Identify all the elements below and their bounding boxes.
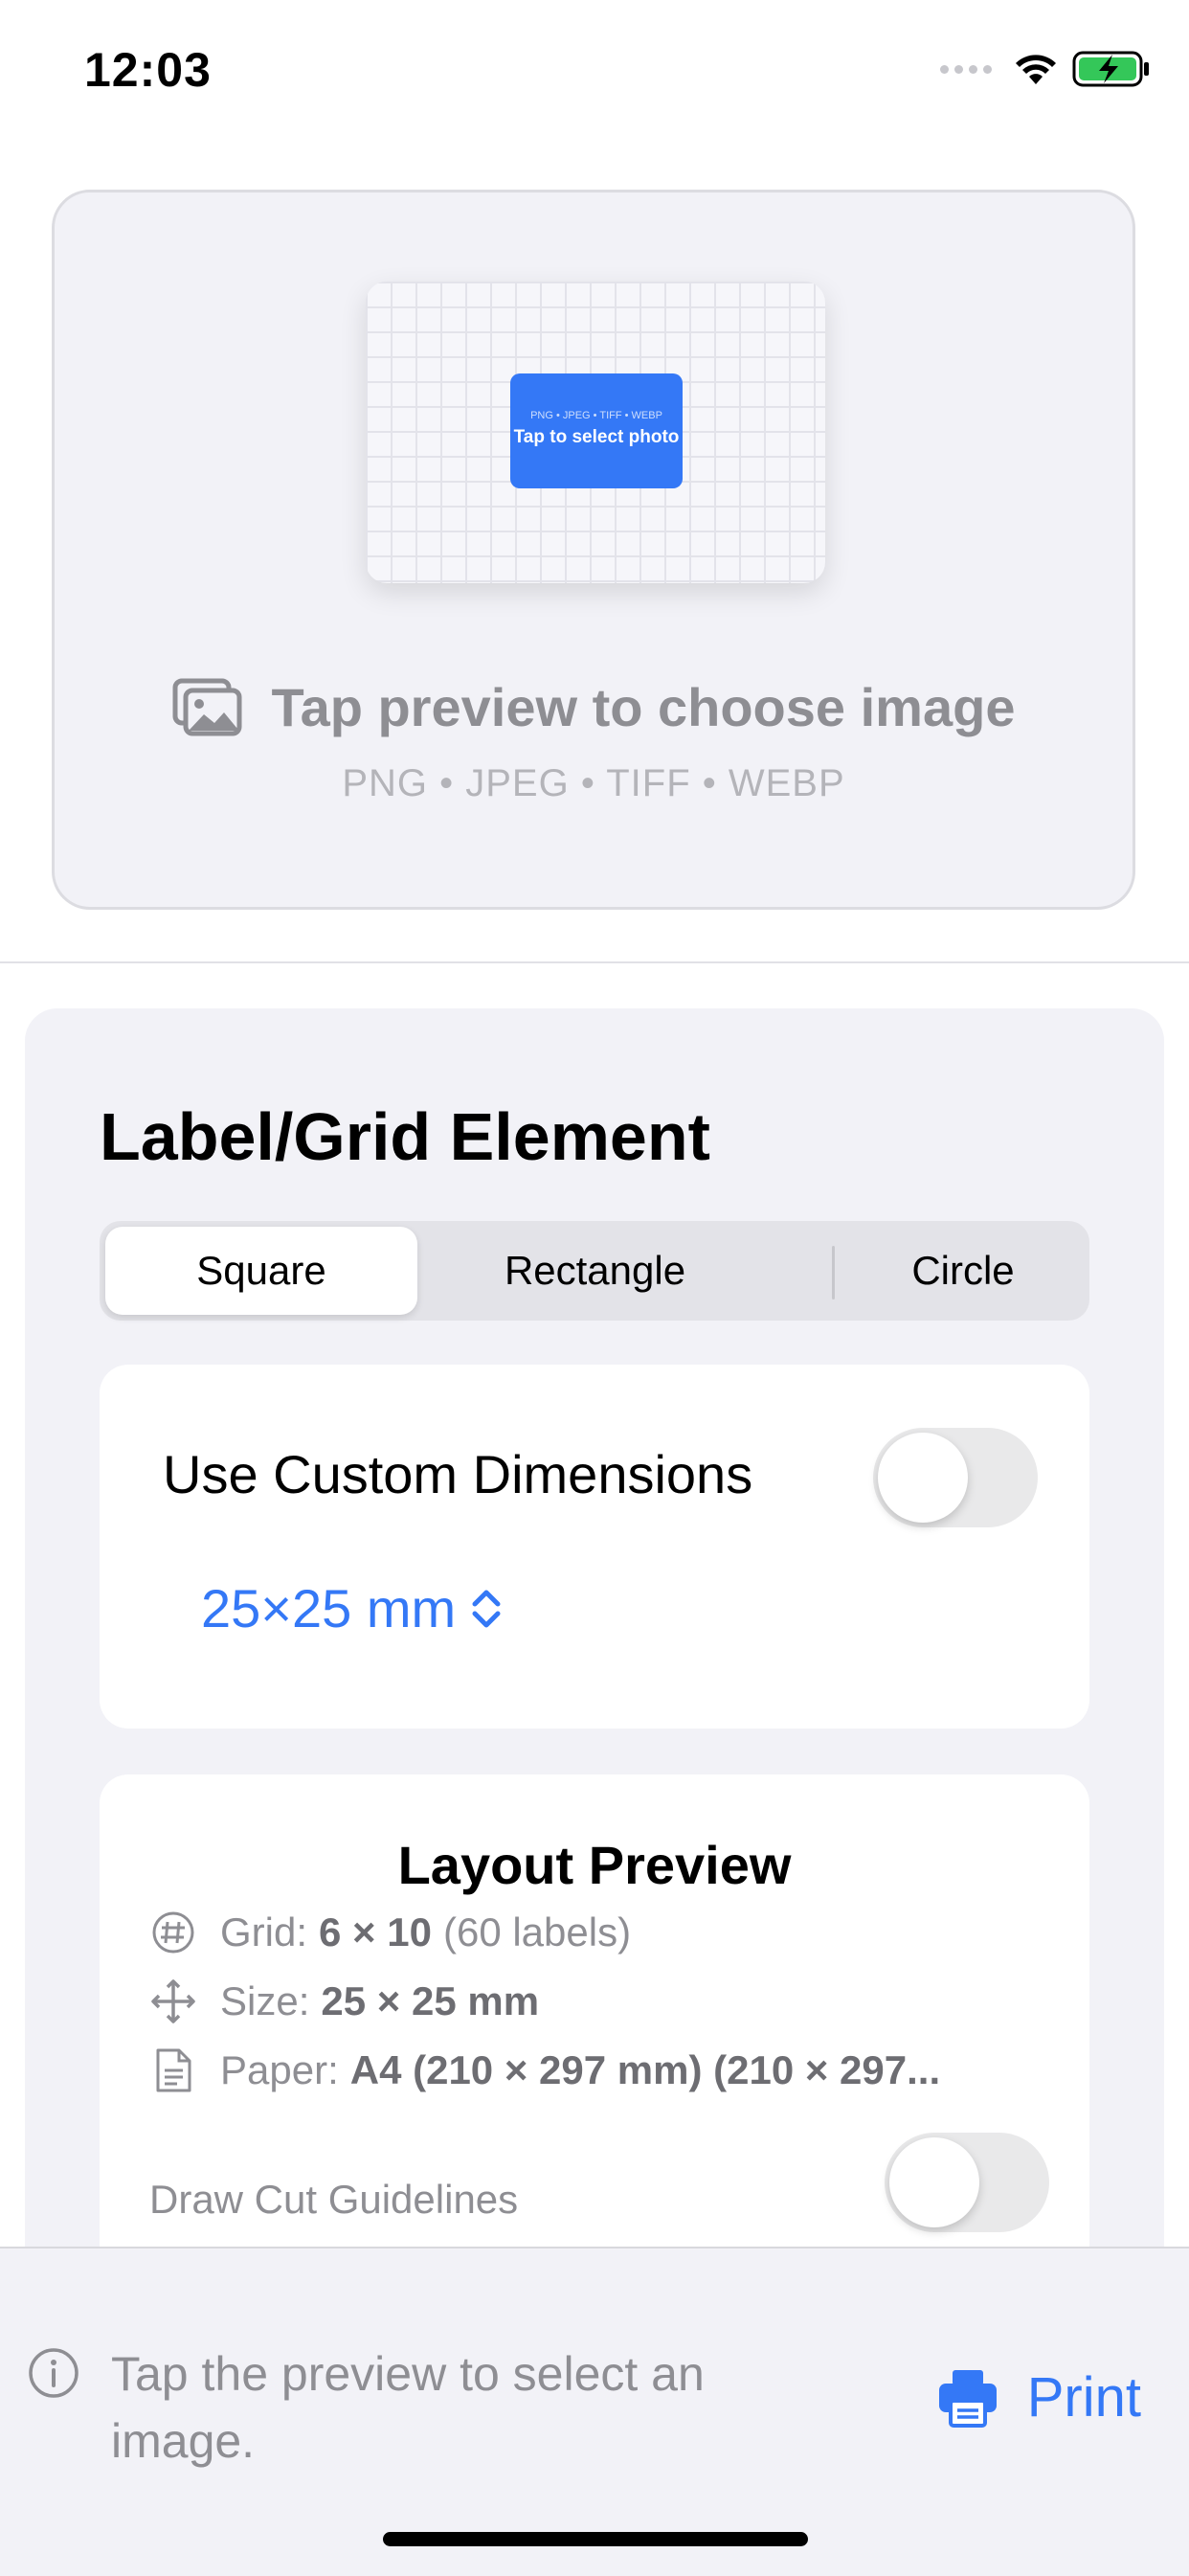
photos-icon: [172, 678, 242, 735]
section-divider: [0, 961, 1189, 963]
toggle-knob: [889, 2137, 979, 2227]
print-button[interactable]: Print: [937, 2365, 1141, 2429]
chevron-up-down-icon: [472, 1590, 501, 1627]
document-icon: [149, 2046, 197, 2094]
toggle-knob: [878, 1433, 968, 1523]
cut-guidelines-label: Draw Cut Guidelines: [149, 2177, 519, 2222]
dimension-picker[interactable]: 25×25 mm: [201, 1577, 505, 1639]
dimensions-card: Use Custom Dimensions 25×25 mm: [100, 1365, 1089, 1729]
upload-hint-text: Tap preview to choose image: [271, 677, 1016, 737]
info-icon: [29, 2348, 79, 2398]
home-indicator: [383, 2532, 808, 2546]
grid-extra: (60 labels): [442, 1909, 632, 1955]
size-label: Size:: [220, 1978, 310, 2023]
paper-value: A4 (210 × 297 mm) (210 × 297...: [349, 2047, 941, 2092]
select-photo-button[interactable]: PNG • JPEG • TIFF • WEBP Tap to select p…: [510, 373, 683, 488]
dimension-value: 25×25 mm: [201, 1578, 457, 1638]
grid-info-row: Grid: 6 × 10 (60 labels): [149, 1909, 631, 1956]
printer-icon: [938, 2369, 997, 2428]
move-arrows-icon: [149, 1977, 197, 2025]
segment-circle[interactable]: Circle: [837, 1221, 1089, 1321]
battery-charging-icon: [1072, 51, 1149, 87]
cut-guidelines-toggle[interactable]: [885, 2133, 1049, 2232]
shape-segmented-control[interactable]: Square Rectangle Circle: [100, 1221, 1089, 1321]
thumbnail-formats: PNG • JPEG • TIFF • WEBP: [530, 410, 662, 421]
panel-title: Label/Grid Element: [100, 1099, 710, 1174]
custom-dimensions-toggle[interactable]: [873, 1428, 1038, 1527]
print-label: Print: [1026, 2366, 1141, 2429]
thumbnail-button-label: Tap to select photo: [513, 427, 680, 447]
layout-preview-title: Layout Preview: [397, 1835, 792, 1895]
image-picker-area[interactable]: PNG • JPEG • TIFF • WEBP Tap to select p…: [52, 190, 1135, 910]
upload-hint: Tap preview to choose image: [55, 676, 1133, 738]
grid-value: 6 × 10: [319, 1909, 432, 1955]
segment-rectangle[interactable]: Rectangle: [430, 1221, 760, 1321]
paper-info-row: Paper: A4 (210 × 297 mm) (210 × 297...: [149, 2046, 940, 2094]
status-icons: [940, 50, 1151, 88]
paper-label: Paper:: [220, 2047, 339, 2092]
segment-square[interactable]: Square: [105, 1227, 417, 1315]
settings-panel: Label/Grid Element Square Rectangle Circ…: [25, 1008, 1164, 2349]
status-time: 12:03: [84, 43, 212, 97]
grid-label: Grid:: [220, 1909, 308, 1955]
grid-icon: [149, 1909, 197, 1956]
custom-dimensions-label: Use Custom Dimensions: [163, 1444, 753, 1504]
preview-thumbnail[interactable]: PNG • JPEG • TIFF • WEBP Tap to select p…: [366, 282, 825, 583]
bottom-toolbar: Tap the preview to select an image. Prin…: [0, 2247, 1189, 2576]
bottom-hint: Tap the preview to select an image.: [111, 2347, 705, 2468]
size-info-row: Size: 25 × 25 mm: [149, 1977, 539, 2025]
supported-formats: PNG • JPEG • TIFF • WEBP: [342, 762, 845, 804]
size-value: 25 × 25 mm: [321, 1978, 540, 2023]
signal-dots-icon: [940, 64, 992, 74]
wifi-icon: [1016, 55, 1056, 84]
segment-separator: [832, 1246, 835, 1299]
